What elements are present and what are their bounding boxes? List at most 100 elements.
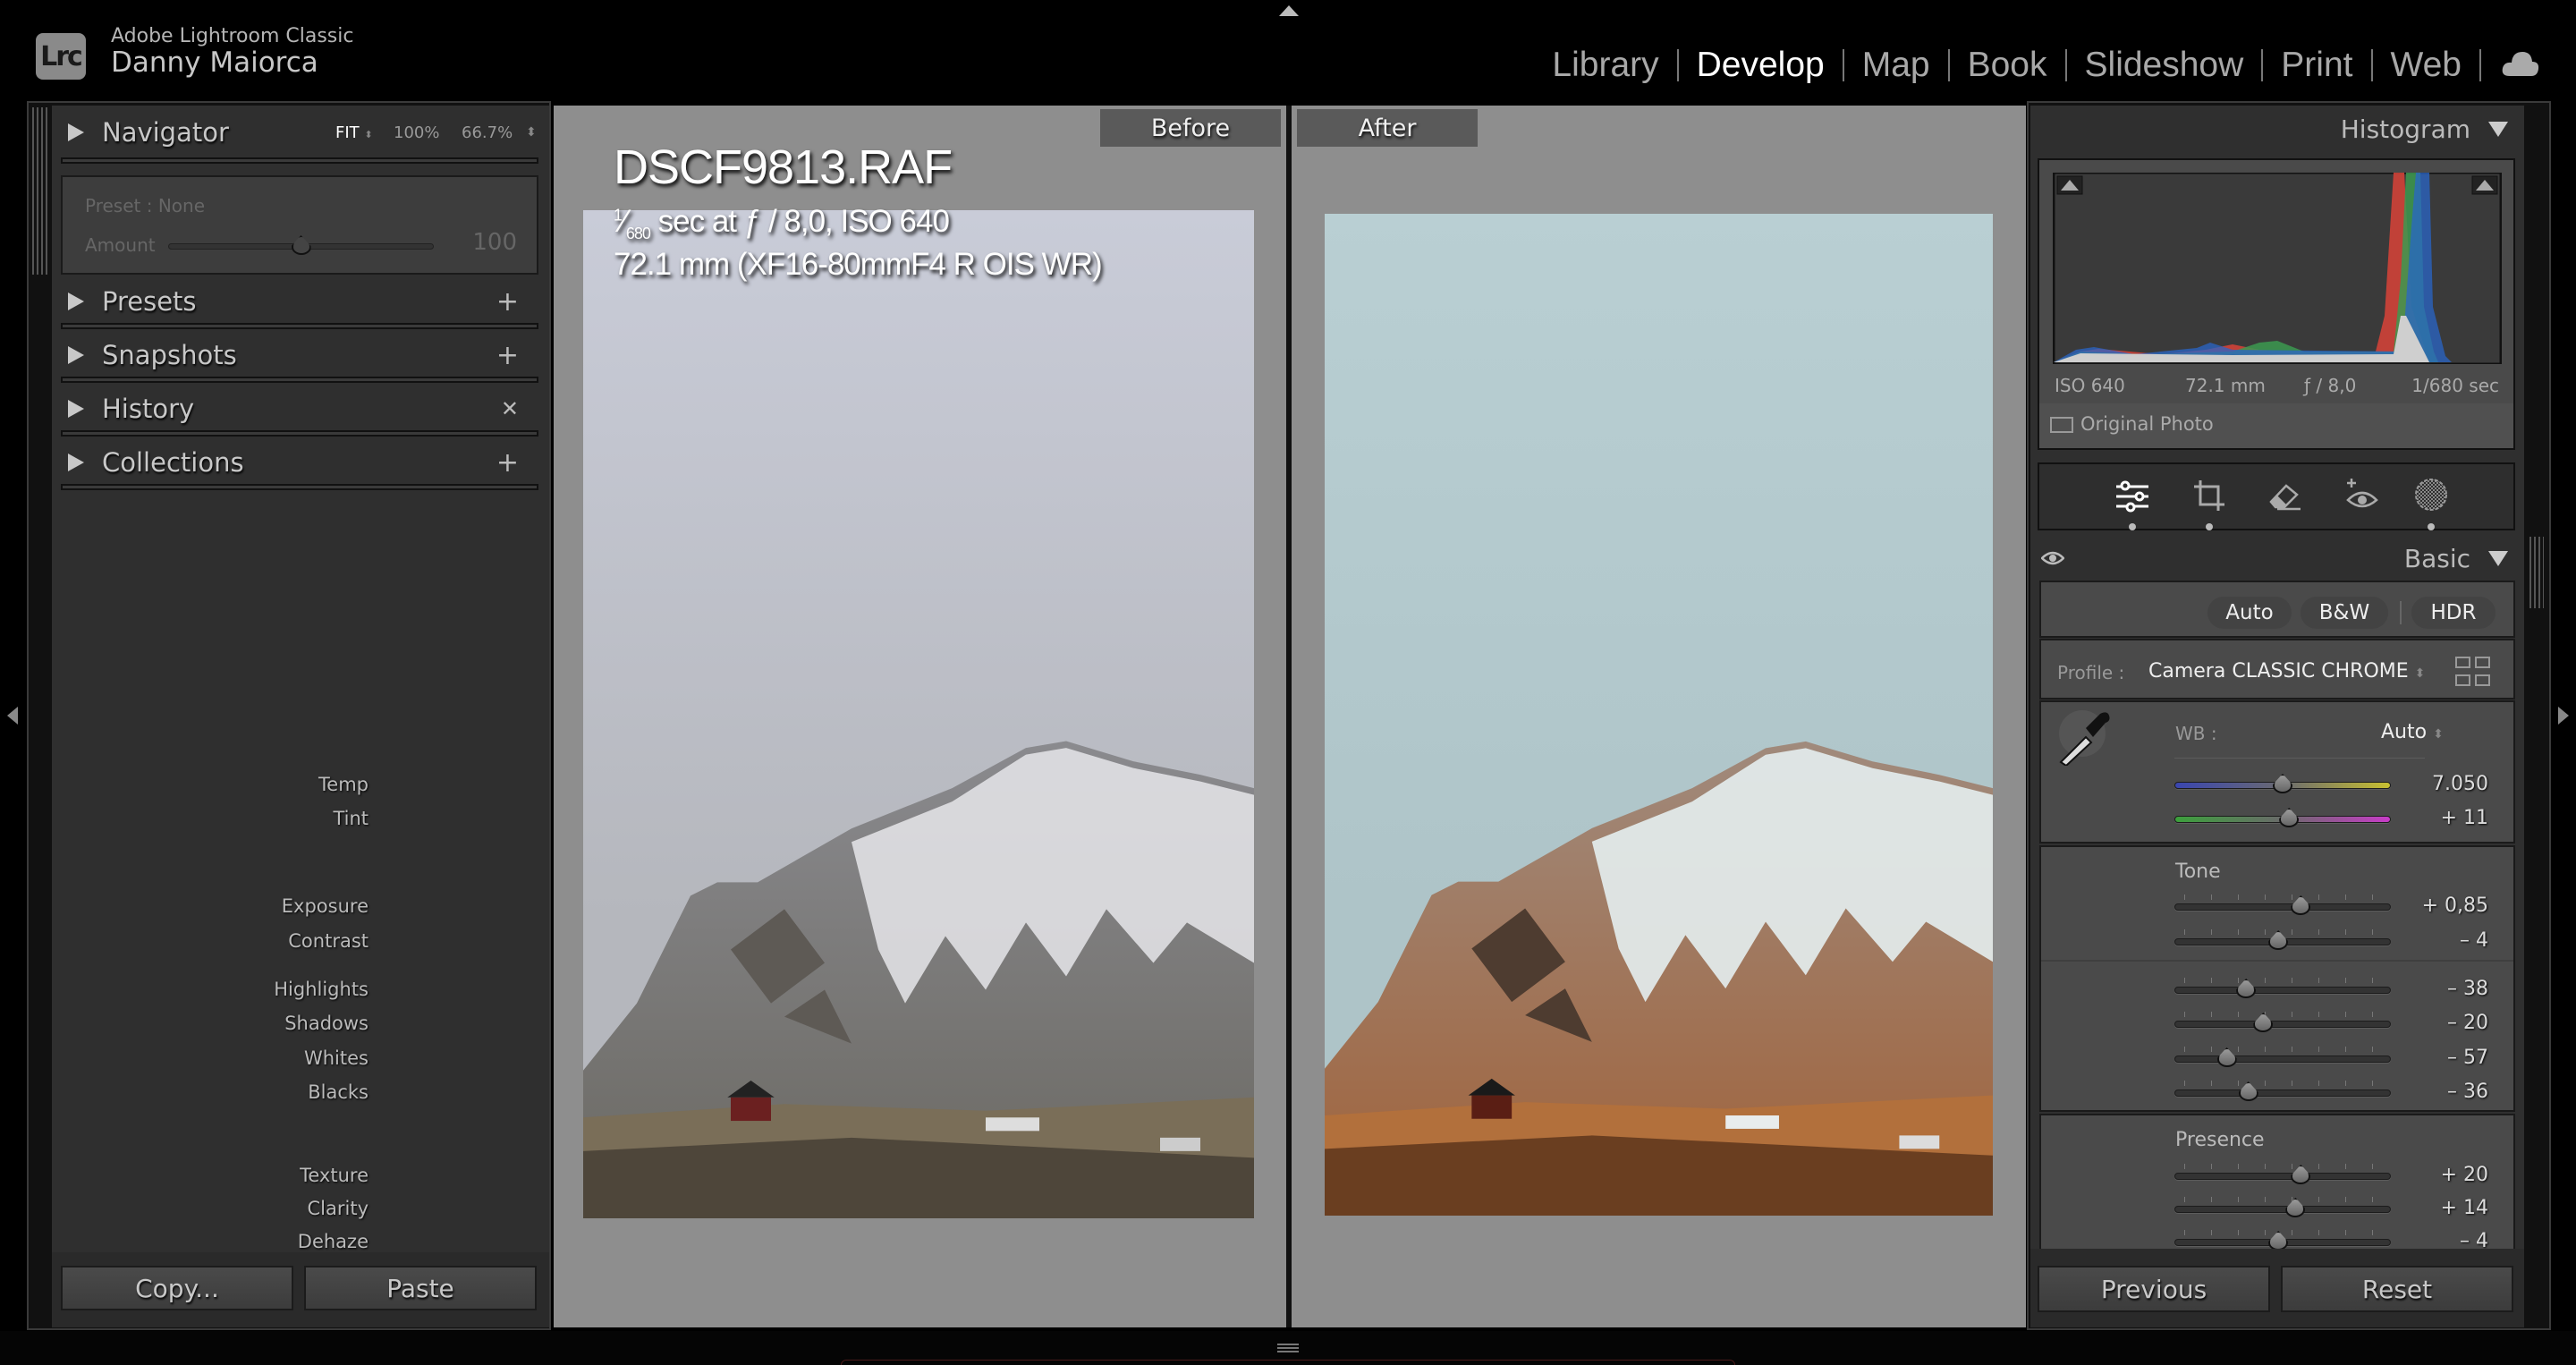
shadows-value[interactable]: – 20 <box>2447 1012 2488 1034</box>
add-snapshot-icon[interactable]: + <box>496 340 519 371</box>
module-library[interactable]: Library <box>1534 46 1676 85</box>
zoom-100[interactable]: 100% <box>394 123 439 142</box>
crop-icon[interactable] <box>2192 479 2226 513</box>
texture-slider[interactable] <box>2174 1165 2391 1184</box>
zoom-custom[interactable]: 66.7% <box>462 123 513 142</box>
edit-sliders-icon[interactable] <box>2114 480 2150 513</box>
previous-button[interactable]: Previous <box>2038 1266 2270 1312</box>
module-book[interactable]: Book <box>1950 46 2065 85</box>
eye-visibility-icon[interactable] <box>2041 549 2064 567</box>
scroll-grip[interactable] <box>2529 1252 2544 1324</box>
module-web[interactable]: Web <box>2373 46 2480 85</box>
wb-value: Auto <box>2381 721 2428 743</box>
paste-settings-button[interactable]: Paste <box>304 1266 537 1310</box>
module-print[interactable]: Print <box>2263 46 2370 85</box>
panel-divider <box>61 157 538 164</box>
blacks-value[interactable]: – 36 <box>2447 1081 2488 1103</box>
whites-ticks <box>2174 1047 2391 1052</box>
whites-slider[interactable] <box>2174 1047 2391 1067</box>
preset-amount-box: Preset : None Amount 100 <box>61 175 538 275</box>
basic-title[interactable]: Basic <box>2404 544 2470 573</box>
tint-label: Tint <box>333 808 369 829</box>
auto-button[interactable]: Auto <box>2207 597 2292 629</box>
red-house <box>1471 1095 1513 1119</box>
texture-value[interactable]: + 20 <box>2441 1164 2488 1186</box>
dehaze-slider[interactable] <box>2174 1231 2391 1251</box>
right-panel-scrollbar[interactable] <box>2529 537 2544 608</box>
profile-dropdown[interactable]: Camera CLASSIC CHROME ⬍ <box>2148 660 2425 682</box>
bw-button[interactable]: B&W <box>2301 597 2388 629</box>
highlights-slider[interactable] <box>2174 979 2391 998</box>
collections-header[interactable]: Collections + <box>52 440 547 485</box>
left-panel-scrollbar[interactable] <box>32 107 48 275</box>
original-photo-label: Original Photo <box>2080 413 2214 435</box>
filmstrip-grip-icon[interactable] <box>1277 1342 1299 1352</box>
identity-plate[interactable]: Danny Maiorca <box>111 47 318 79</box>
collapse-triangle-icon[interactable] <box>2488 551 2508 566</box>
panel-divider <box>61 377 538 383</box>
amount-slider[interactable] <box>168 235 434 255</box>
original-photo-row: Original Photo <box>2039 403 2513 448</box>
histogram-title[interactable]: Histogram <box>2341 114 2470 144</box>
module-develop[interactable]: Develop <box>1679 46 1843 85</box>
collections-title: Collections <box>102 447 244 478</box>
history-header[interactable]: History ✕ <box>52 386 547 431</box>
divider <box>2479 49 2481 81</box>
shutter-denominator: 680 <box>625 225 651 242</box>
clarity-value[interactable]: + 14 <box>2441 1197 2488 1219</box>
expand-triangle-icon <box>68 292 84 310</box>
whites-value[interactable]: – 57 <box>2447 1047 2488 1069</box>
masking-icon[interactable] <box>2413 477 2449 513</box>
focal-readout: 72.1 mm <box>2185 375 2266 396</box>
tool-active-dot <box>2428 523 2435 530</box>
original-photo-checkbox[interactable] <box>2050 417 2073 433</box>
left-panel-toggle-icon[interactable] <box>7 707 18 725</box>
blacks-slider[interactable] <box>2174 1081 2391 1101</box>
module-slideshow[interactable]: Slideshow <box>2067 46 2262 85</box>
contrast-label: Contrast <box>288 930 369 952</box>
profile-label: Profile : <box>2057 662 2125 683</box>
highlights-value[interactable]: – 38 <box>2447 978 2488 1000</box>
exposure-slider[interactable] <box>2174 895 2391 915</box>
tint-slider[interactable] <box>2174 808 2391 827</box>
wb-eyedropper-icon[interactable] <box>2055 707 2114 766</box>
contrast-value[interactable]: – 4 <box>2460 929 2488 952</box>
top-panel-toggle-icon[interactable] <box>1279 5 1299 16</box>
profile-browser-grid-icon[interactable] <box>2455 657 2491 687</box>
navigator-header[interactable]: Navigator FIT ⬍ 100% 66.7% ⬍ <box>52 110 547 155</box>
temp-slider[interactable] <box>2174 774 2391 793</box>
hdr-button[interactable]: HDR <box>2411 597 2496 629</box>
blacks-label: Blacks <box>308 1081 369 1103</box>
temp-value[interactable]: 7.050 <box>2432 773 2488 795</box>
red-eye-icon[interactable] <box>2344 477 2380 513</box>
exposure-label: Exposure <box>281 895 369 917</box>
clarity-slider[interactable] <box>2174 1198 2391 1217</box>
presets-header[interactable]: Presets + <box>52 279 547 324</box>
contrast-slider[interactable] <box>2174 930 2391 950</box>
zoom-stepper-icon[interactable]: ⬍ <box>526 125 537 140</box>
wb-label: WB : <box>2175 723 2217 744</box>
shutter-readout: 1/680 sec <box>2411 375 2499 396</box>
cloud-icon[interactable] <box>2501 49 2540 81</box>
module-map[interactable]: Map <box>1844 46 1948 85</box>
add-preset-icon[interactable]: + <box>496 286 519 318</box>
blacks-ticks <box>2174 1081 2391 1086</box>
reset-button[interactable]: Reset <box>2281 1266 2513 1312</box>
histogram-graph[interactable] <box>2053 173 2502 364</box>
shadows-ticks <box>2174 1012 2391 1017</box>
clear-history-icon[interactable]: ✕ <box>501 396 519 421</box>
shadows-slider[interactable] <box>2174 1013 2391 1032</box>
amount-slider-thumb[interactable] <box>291 235 311 255</box>
right-panel-toggle-icon[interactable] <box>2558 707 2569 725</box>
aperture-readout: ƒ / 8,0 <box>2304 375 2357 396</box>
exposure-value[interactable]: + 0,85 <box>2422 894 2488 917</box>
add-collection-icon[interactable]: + <box>496 447 519 479</box>
wb-dropdown[interactable]: Auto ⬍ <box>2381 721 2444 743</box>
snapshots-header[interactable]: Snapshots + <box>52 333 547 377</box>
collapse-triangle-icon[interactable] <box>2488 122 2508 137</box>
tint-value[interactable]: + 11 <box>2441 807 2488 829</box>
healing-eraser-icon[interactable] <box>2268 480 2302 511</box>
zoom-fit[interactable]: FIT ⬍ <box>335 123 373 142</box>
copy-settings-button[interactable]: Copy... <box>61 1266 293 1310</box>
presets-title: Presets <box>102 286 197 317</box>
